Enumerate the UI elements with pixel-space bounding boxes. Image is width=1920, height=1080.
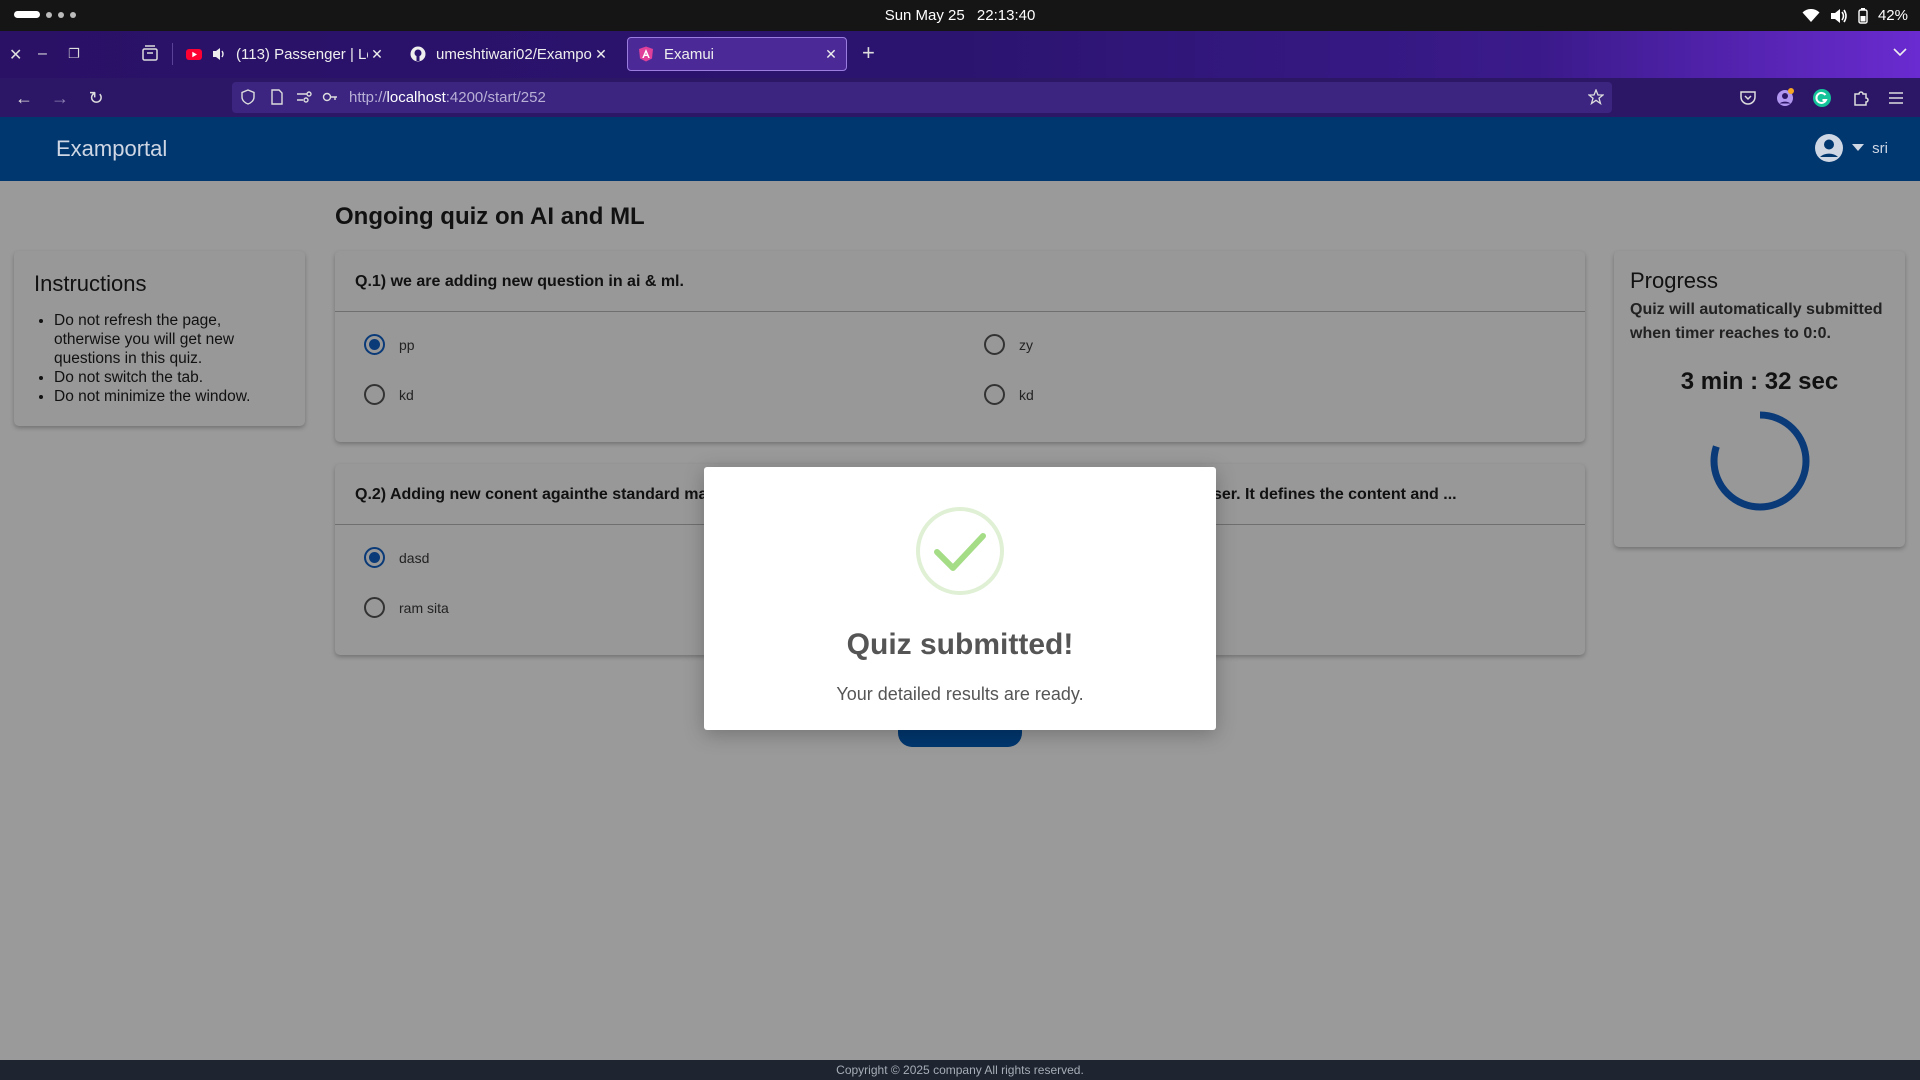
user-menu[interactable]: sri	[1814, 133, 1888, 163]
close-window-icon[interactable]: ✕	[9, 45, 22, 65]
clock-date: Sun May 25	[884, 7, 965, 24]
option-label: kd	[1019, 386, 1034, 403]
url-prefix: http://	[349, 89, 387, 106]
instructions-heading: Instructions	[34, 271, 147, 296]
speaker-icon[interactable]	[212, 46, 228, 62]
reload-icon[interactable]: ↻	[84, 86, 108, 110]
question-text: Q.1) we are adding new question in ai & …	[335, 251, 1585, 312]
option[interactable]: kd	[364, 384, 414, 405]
url-path: :4200/start/252	[445, 89, 546, 106]
user-avatar-icon	[1815, 134, 1844, 162]
tab-close-icon[interactable]: ✕	[592, 46, 610, 63]
quiz-title: Ongoing quiz on AI and ML	[335, 203, 645, 230]
question-card: Q.1) we are adding new question in ai & …	[335, 251, 1585, 442]
option[interactable]: zy	[984, 334, 1033, 355]
footer: Copyright © 2025 company All rights rese…	[0, 1060, 1920, 1080]
clock[interactable]: Sun May 25 22:13:40	[0, 7, 1920, 24]
browser-tab-strip: ✕ – ❐ (113) Passenger | Let I ✕ umeshtiw…	[0, 31, 1920, 78]
instruction-item: Do not refresh the page, otherwise you w…	[54, 311, 285, 368]
forward-icon[interactable]: →	[48, 86, 72, 110]
tab-youtube[interactable]: (113) Passenger | Let I ✕	[176, 37, 392, 71]
angular-icon	[639, 46, 653, 62]
option-label: dasd	[399, 549, 430, 566]
option[interactable]: pp	[364, 334, 415, 355]
username: sri	[1872, 139, 1888, 157]
dialog-message: Your detailed results are ready.	[836, 684, 1084, 704]
option-label: ram sita	[399, 599, 449, 616]
tab-github[interactable]: umeshtiwari02/Examport ✕	[400, 37, 616, 71]
options-group: pp zy kd kd	[335, 312, 1585, 436]
list-all-tabs-icon[interactable]	[1893, 47, 1907, 57]
app-header: Examportal sri	[0, 117, 1920, 181]
option-label: kd	[399, 386, 414, 403]
tab-separator	[172, 43, 173, 65]
radio-selected[interactable]	[364, 334, 385, 355]
success-check-icon	[916, 507, 1004, 595]
youtube-icon	[186, 49, 202, 60]
instructions-card: Instructions Do not refresh the page, ot…	[14, 251, 305, 426]
radio[interactable]	[364, 597, 385, 618]
url-bar[interactable]: http://localhost:4200/start/252	[232, 82, 1612, 113]
option[interactable]: kd	[984, 384, 1034, 405]
instruction-item: Do not minimize the window.	[54, 387, 285, 406]
timer-spinner	[1710, 411, 1810, 511]
page-icon[interactable]	[269, 89, 285, 105]
tab-title: umeshtiwari02/Examport	[436, 45, 592, 63]
key-icon[interactable]	[322, 89, 338, 105]
option-label: pp	[399, 336, 415, 353]
account-icon[interactable]	[1775, 88, 1795, 108]
caret-down-icon	[1852, 144, 1865, 151]
brand-title[interactable]: Examportal	[56, 136, 167, 162]
option-label: zy	[1019, 336, 1033, 353]
progress-note: Quiz will automatically submitted when t…	[1630, 301, 1883, 342]
clock-time: 22:13:40	[976, 7, 1036, 24]
battery-icon	[1858, 7, 1868, 24]
minimize-window-icon[interactable]: –	[38, 45, 47, 63]
pocket-icon[interactable]	[1738, 88, 1758, 108]
tab-close-icon[interactable]: ✕	[822, 46, 840, 63]
progress-heading: Progress	[1630, 268, 1719, 293]
radio[interactable]	[364, 384, 385, 405]
github-icon	[410, 46, 426, 62]
radio-selected[interactable]	[364, 547, 385, 568]
volume-icon	[1830, 8, 1847, 23]
radio[interactable]	[984, 384, 1005, 405]
wifi-icon	[1802, 8, 1820, 22]
instructions-list: Do not refresh the page, otherwise you w…	[34, 311, 285, 406]
tab-close-icon[interactable]: ✕	[368, 46, 386, 63]
option[interactable]: dasd	[364, 547, 429, 568]
tab-overview-icon[interactable]	[141, 44, 159, 62]
tab-examui[interactable]: Examui ✕	[627, 37, 847, 71]
new-tab-icon[interactable]: +	[862, 40, 875, 66]
option[interactable]: ram sita	[364, 597, 449, 618]
tab-title: (113) Passenger | Let I	[236, 45, 368, 63]
back-icon[interactable]: ←	[12, 86, 36, 110]
dialog-title: Quiz submitted!	[846, 628, 1074, 661]
progress-card: Progress Quiz will automatically submitt…	[1614, 251, 1905, 547]
url-text[interactable]: http://localhost:4200/start/252	[349, 89, 546, 106]
question-text-left: Q.2) Adding new conent againthe standard…	[355, 486, 714, 503]
bookmark-star-icon[interactable]	[1588, 89, 1604, 105]
restore-window-icon[interactable]: ❐	[68, 46, 80, 62]
tab-title: Examui	[664, 45, 715, 63]
grammarly-icon[interactable]	[1812, 88, 1832, 108]
extensions-icon[interactable]	[1851, 88, 1871, 108]
instruction-item: Do not switch the tab.	[54, 368, 285, 387]
battery-percent: 42%	[1877, 7, 1908, 24]
url-host: localhost	[386, 89, 446, 106]
system-status[interactable]: 42%	[1802, 7, 1908, 24]
success-dialog: Quiz submitted! Your detailed results ar…	[704, 467, 1216, 730]
menu-icon[interactable]	[1886, 88, 1906, 108]
shield-icon[interactable]	[240, 89, 256, 105]
os-top-bar: Sun May 25 22:13:40 42%	[0, 0, 1920, 31]
timer-text: 3 min : 32 sec	[1680, 368, 1839, 395]
radio[interactable]	[984, 334, 1005, 355]
question-text-right: ser. It defines the content and ...	[1213, 486, 1457, 503]
browser-nav-bar: ← → ↻ http://localhost:4200/start/252	[0, 78, 1920, 117]
permissions-icon[interactable]	[296, 89, 312, 105]
